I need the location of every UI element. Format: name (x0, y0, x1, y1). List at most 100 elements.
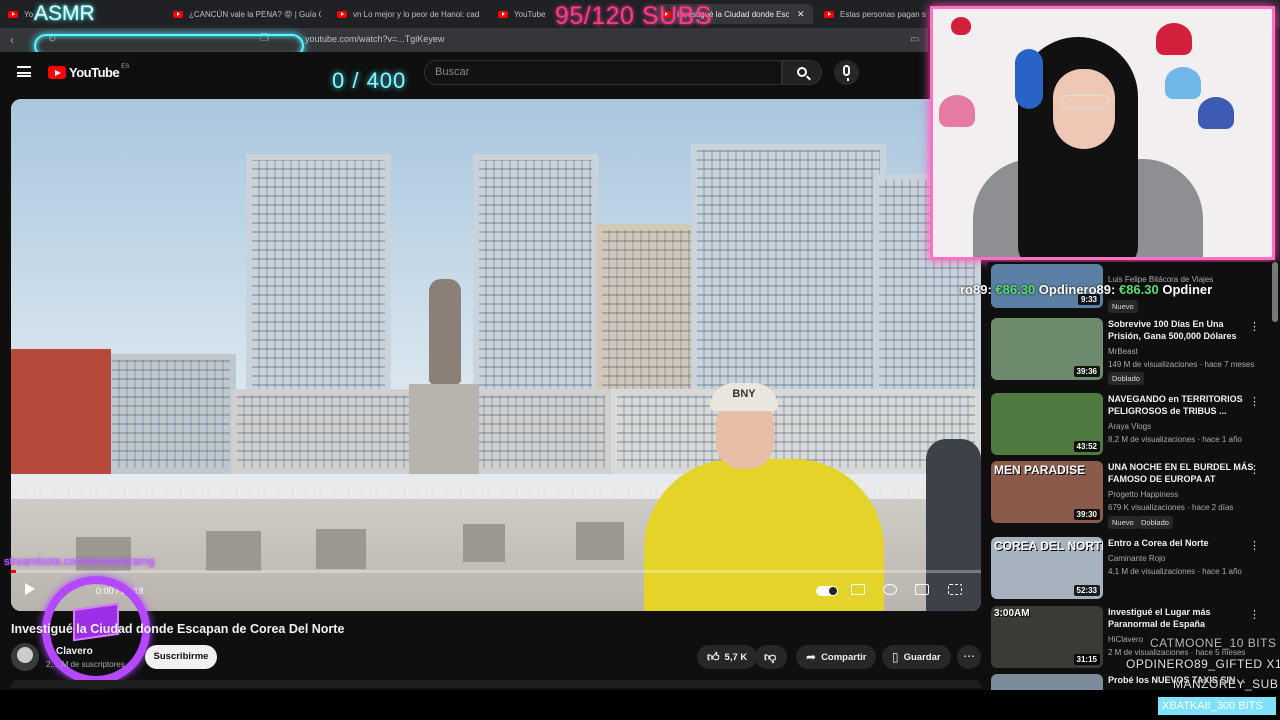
search-button[interactable] (782, 60, 822, 85)
youtube-icon (173, 10, 183, 18)
video-title: Investigué el Lugar más Paranormal de Es… (1108, 607, 1211, 629)
shop-facade (11, 349, 111, 474)
browser-tab[interactable]: ¿CANCÚN vale la PENA? 😡 | Guía C (173, 4, 321, 24)
heart-decoration (1198, 97, 1234, 129)
new-badge: Nuevo (1108, 300, 1138, 313)
stone-block (316, 529, 366, 569)
more-options-icon[interactable]: ⋮ (1249, 320, 1260, 333)
back-icon[interactable]: ‹ (10, 33, 14, 47)
stone-block (206, 531, 261, 571)
statue-pedestal (409, 384, 479, 474)
thumbs-down-icon: 👎︎ (764, 649, 777, 664)
building (473, 154, 598, 399)
alert-line: MANZOREY_SUB (1173, 677, 1279, 691)
dislike-button[interactable]: 👎︎ (755, 645, 787, 669)
search-input[interactable]: Buscar (424, 60, 782, 85)
video-channel: HiClavero (1108, 635, 1144, 644)
more-options-icon[interactable]: ⋮ (1249, 608, 1260, 621)
youtube-play-icon (48, 66, 66, 79)
search-icon (797, 67, 807, 77)
url-text[interactable]: youtube.com/watch?v=...TgiKeyew (305, 34, 444, 44)
presenter-cap: BNY (710, 383, 778, 411)
youtube-icon (824, 10, 834, 18)
stream-screen: Yo ¿CANCÚN vale la PENA? 😡 | Guía C vn L… (0, 0, 1280, 720)
autoplay-toggle[interactable] (816, 586, 838, 596)
video-meta: 679 K visualizaciones · hace 2 días (1108, 503, 1234, 512)
browser-tab[interactable]: Estas personas pagan s (824, 4, 928, 24)
more-actions-button[interactable]: ⋯ (957, 645, 981, 669)
video-player[interactable]: BNY 0:00 / 20:18 (11, 99, 981, 611)
video-thumbnail: COREA DEL NORTE 52:33 (991, 537, 1103, 599)
stone-block (463, 524, 505, 562)
youtube-logo[interactable]: YouTube ES (48, 64, 129, 80)
video-title: Entro a Corea del Norte (1108, 538, 1209, 548)
browser-tab[interactable]: YouTube (498, 4, 558, 24)
webcam-overlay (930, 6, 1275, 260)
recommended-video[interactable]: MEN PARADISE 39:30 UNA NOCHE EN EL BURDEL… (991, 461, 1271, 529)
video-title: Investigué la Ciudad donde Escapan de Co… (11, 622, 345, 636)
video-progress-fill (11, 570, 16, 573)
heart-decoration (1156, 23, 1192, 55)
close-tab-icon[interactable]: ✕ (797, 9, 805, 20)
settings-icon[interactable] (883, 584, 897, 595)
stone-block (576, 522, 624, 560)
streamloots-link: streamloots.com/iamsandramg (4, 556, 155, 568)
new-badge: Nuevo (1108, 516, 1138, 529)
cast-icon[interactable]: ▭ (910, 34, 919, 45)
heart-decoration (939, 95, 975, 127)
play-icon[interactable] (25, 583, 35, 595)
recommended-video[interactable]: COREA DEL NORTE 52:33 Entro a Corea del N… (991, 537, 1271, 601)
channel-name[interactable]: Clavero (56, 646, 93, 657)
browser-tab[interactable]: vn Lo mejor y lo peor de Hanoi: cad (337, 4, 485, 24)
video-thumbnail: 43:52 (991, 393, 1103, 455)
description-panel-edge (11, 680, 981, 688)
counter-overlay: 0 / 400 (332, 68, 407, 93)
video-channel: Caminante Rojo (1108, 554, 1166, 563)
dubbed-badge: Doblado (1137, 516, 1173, 529)
share-button[interactable]: ➦ Compartir (796, 645, 877, 669)
save-button[interactable]: ▯ Guardar (882, 645, 951, 669)
video-title: NAVEGANDO en TERRITORIOS PELIGROSOS de T… (1108, 394, 1243, 416)
save-playlist-icon: ▯ (892, 650, 899, 664)
alert-line: CATMOONE_10 BITS (1150, 636, 1277, 650)
yellow-jacket (644, 459, 884, 611)
video-title: Sobrevive 100 Días En Una Prisión, Gana … (1108, 319, 1237, 341)
video-title: UNA NOCHE EN EL BURDEL MÁS FAMOSO DE EUR… (1108, 462, 1254, 484)
sub-goal-overlay: 95/120 SUBS (555, 2, 712, 30)
video-thumbnail: MEN PARADISE 39:30 (991, 461, 1103, 523)
like-button[interactable]: 👍︎ 5,7 K (697, 645, 758, 669)
video-meta: 4,1 M de visualizaciones · hace 1 año (1108, 567, 1242, 576)
video-meta: 149 M de visualizaciones · hace 7 meses (1108, 360, 1255, 369)
video-progress-bar[interactable] (11, 570, 981, 573)
building (106, 354, 236, 474)
menu-icon[interactable] (17, 66, 31, 77)
asmr-overlay-label: ASMR (34, 2, 95, 25)
video-thumbnail: 3:00AM 31:15 (991, 606, 1103, 668)
alert-line: OPDINERO89_GIFTED X1 (1126, 657, 1280, 671)
heart-decoration (951, 17, 971, 35)
more-options-icon[interactable]: ⋮ (1249, 463, 1260, 476)
youtube-header: YouTube ES 0 / 400 Buscar (0, 52, 988, 94)
sidebar-scrollbar[interactable] (1272, 262, 1278, 322)
building (596, 224, 706, 399)
presenter: BNY (644, 383, 884, 611)
miniplayer-icon[interactable] (915, 584, 929, 595)
youtube-icon (8, 10, 18, 18)
subtitles-icon[interactable] (851, 584, 865, 595)
more-options-icon[interactable]: ⋮ (1249, 539, 1260, 552)
avatar[interactable] (11, 643, 39, 671)
video-meta: 8,2 M de visualizaciones · hace 1 año (1108, 435, 1242, 444)
recommended-video[interactable]: 43:52 NAVEGANDO en TERRITORIOS PELIGROSO… (991, 393, 1271, 457)
recommended-video[interactable]: 39:36 Sobrevive 100 Días En Una Prisión,… (991, 318, 1271, 385)
heart-decoration (1165, 67, 1201, 99)
video-channel: Araya Vlogs (1108, 422, 1152, 431)
voice-search-button[interactable] (834, 60, 859, 85)
fullscreen-icon[interactable] (948, 584, 962, 595)
headset-icon (1015, 49, 1043, 109)
dubbed-badge: Doblado (1108, 372, 1144, 385)
more-options-icon[interactable]: ⋮ (1249, 395, 1260, 408)
statue (429, 279, 461, 384)
streamer-face (1053, 69, 1115, 149)
building (691, 144, 886, 399)
subscribe-button[interactable]: Suscribirme (145, 645, 217, 669)
